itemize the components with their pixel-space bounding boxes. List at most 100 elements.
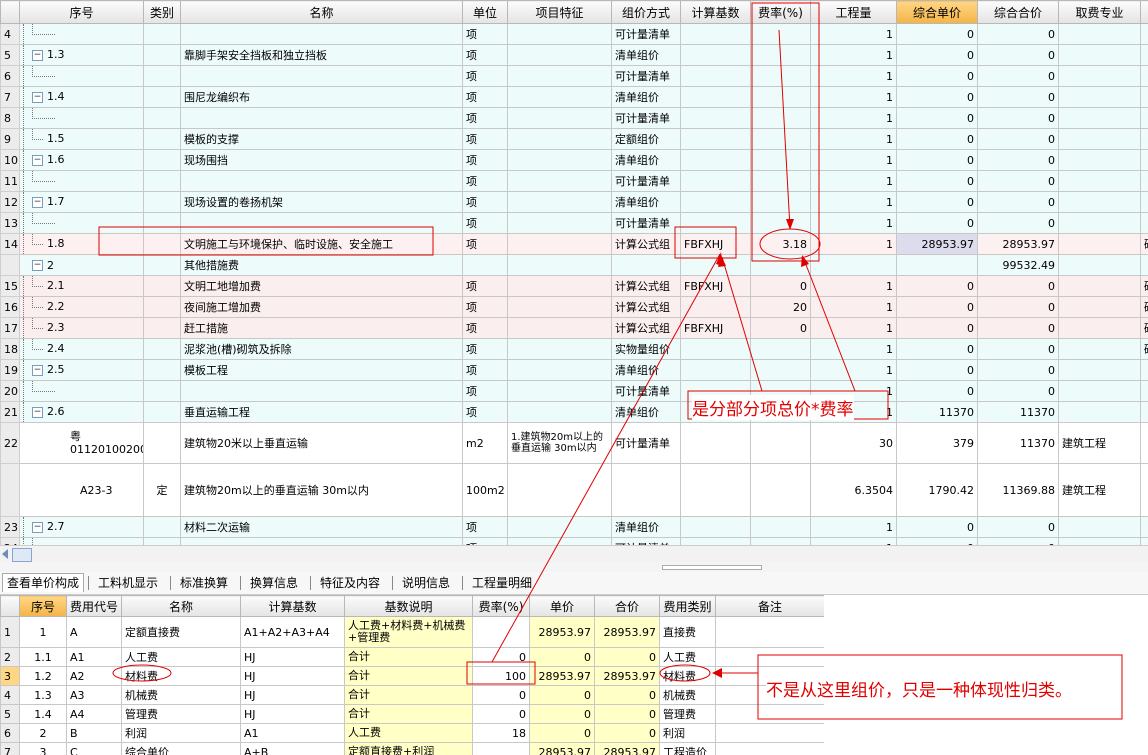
comp-cell-seq[interactable]: 1.3 <box>19 685 67 705</box>
cell-qty[interactable]: 1 <box>810 170 897 192</box>
cell-unit[interactable]: 项 <box>462 170 508 192</box>
cell-feat[interactable]: 1.建筑物20m以上的垂直运输 30m以内 <box>507 422 612 464</box>
cell-feat[interactable] <box>507 191 612 213</box>
comp-cell-total[interactable]: 0 <box>594 723 660 743</box>
col-header-1[interactable]: 序号 <box>19 0 144 24</box>
cell-qty[interactable]: 1 <box>810 65 897 87</box>
collapse-icon[interactable]: − <box>32 406 43 418</box>
cell-base[interactable] <box>680 170 751 192</box>
cell-uprice[interactable]: 0 <box>896 212 978 234</box>
comp-cell-desc[interactable]: 合计 <box>344 704 473 724</box>
cell-method[interactable]: 计算公式组 <box>611 233 681 255</box>
cell-code[interactable]: −2.5 <box>19 359 144 381</box>
collapse-icon[interactable]: − <box>32 521 43 533</box>
cell-cat[interactable] <box>143 170 181 192</box>
row-number[interactable]: 7 <box>0 742 20 755</box>
cell-feat[interactable] <box>507 338 612 360</box>
cell-unit[interactable]: 项 <box>462 86 508 108</box>
cell-code[interactable] <box>19 212 144 234</box>
cell-uprice[interactable]: 0 <box>896 170 978 192</box>
comp-cell-name[interactable]: 人工费 <box>121 647 241 667</box>
cell-feat[interactable] <box>507 296 612 318</box>
col-header-12[interactable]: 取费专业 <box>1058 0 1141 24</box>
cell-spec[interactable] <box>1058 65 1141 87</box>
comp-cell-type[interactable]: 直接费 <box>659 616 716 648</box>
cell-base[interactable] <box>680 338 751 360</box>
row-number[interactable]: 5 <box>0 704 20 724</box>
comp-col-header-2[interactable]: 费用代号 <box>66 595 122 617</box>
cell-method[interactable]: 清单组价 <box>611 86 681 108</box>
cell-rate[interactable] <box>750 128 811 150</box>
row-number[interactable]: 19 <box>0 359 20 381</box>
cell-uprice[interactable]: 0 <box>896 275 978 297</box>
measures-grid[interactable]: 序号 类别 名称 单位 项目特征 组价方式 计算基数 费率(%) 工程量 综合单价 综合合价 取费专业… <box>0 0 1148 545</box>
tab-4[interactable]: 特征及内容 <box>316 574 384 592</box>
cell-unit[interactable]: 项 <box>462 107 508 129</box>
cell-uprice[interactable]: 1790.42 <box>896 463 978 517</box>
cell-extra[interactable] <box>1140 191 1148 213</box>
cell-spec[interactable] <box>1058 359 1141 381</box>
cell-base[interactable] <box>680 191 751 213</box>
row-number[interactable]: 14 <box>0 233 20 255</box>
comp-cell-base[interactable]: HJ <box>240 647 345 667</box>
comp-cell-name[interactable]: 机械费 <box>121 685 241 705</box>
composition-row[interactable]: 4 1.3 A3 机械费 HJ 合计 0 0 0 机械费 <box>0 685 824 705</box>
comp-cell-base[interactable]: HJ <box>240 685 345 705</box>
comp-col-header-5[interactable]: 基数说明 <box>344 595 473 617</box>
cell-name[interactable]: 靠脚手架安全挡板和独立挡板 <box>180 44 463 66</box>
cell-uprice[interactable]: 0 <box>896 338 978 360</box>
cell-spec[interactable] <box>1058 338 1141 360</box>
cell-total[interactable]: 0 <box>977 107 1059 129</box>
col-header-3[interactable]: 名称 <box>180 0 463 24</box>
cell-base[interactable] <box>680 463 751 517</box>
cell-cat[interactable] <box>143 275 181 297</box>
cell-extra[interactable] <box>1140 401 1148 423</box>
cell-cat[interactable] <box>143 537 181 545</box>
cell-code[interactable]: −2.7 <box>19 516 144 538</box>
grid-row[interactable]: 7−1.4 围尼龙编织布项清单组价 1 0 0 <box>0 86 1148 108</box>
cell-extra[interactable]: 破 <box>1140 338 1148 360</box>
cell-total[interactable]: 0 <box>977 86 1059 108</box>
collapse-icon[interactable]: − <box>32 49 43 61</box>
collapse-icon[interactable]: − <box>32 91 43 103</box>
grid-row[interactable]: 12−1.7 现场设置的卷扬机架项清单组价 1 0 0 <box>0 191 1148 213</box>
comp-col-header-4[interactable]: 计算基数 <box>240 595 345 617</box>
cell-base[interactable] <box>680 23 751 45</box>
cell-qty[interactable]: 1 <box>810 44 897 66</box>
comp-cell-note[interactable] <box>715 704 824 724</box>
grid-row[interactable]: 9 1.5 模板的支撑项定额组价 1 0 0 <box>0 128 1148 150</box>
cell-extra[interactable] <box>1140 170 1148 192</box>
cell-rate[interactable] <box>750 23 811 45</box>
comp-cell-name[interactable]: 管理费 <box>121 704 241 724</box>
comp-col-header-10[interactable]: 备注 <box>715 595 824 617</box>
cell-rate[interactable] <box>750 44 811 66</box>
comp-cell-total[interactable]: 28953.97 <box>594 616 660 648</box>
row-number[interactable]: 17 <box>0 317 20 339</box>
cell-total[interactable]: 0 <box>977 338 1059 360</box>
grid-row[interactable]: 11 项可计量清单 1 0 0 <box>0 170 1148 192</box>
cell-base[interactable] <box>680 149 751 171</box>
cell-total[interactable]: 0 <box>977 516 1059 538</box>
comp-cell-code[interactable]: A3 <box>66 685 122 705</box>
cell-spec[interactable] <box>1058 128 1141 150</box>
row-number[interactable]: 5 <box>0 44 20 66</box>
cell-total[interactable]: 0 <box>977 296 1059 318</box>
cell-uprice[interactable]: 0 <box>896 23 978 45</box>
row-number[interactable]: 13 <box>0 212 20 234</box>
col-header-11[interactable]: 综合合价 <box>977 0 1059 24</box>
cell-base[interactable] <box>680 422 751 464</box>
cell-rate[interactable] <box>750 191 811 213</box>
cell-feat[interactable] <box>507 317 612 339</box>
cell-cat[interactable] <box>143 65 181 87</box>
cell-total[interactable]: 0 <box>977 275 1059 297</box>
cell-method[interactable]: 清单组价 <box>611 359 681 381</box>
cell-qty[interactable]: 30 <box>810 422 897 464</box>
cell-base[interactable] <box>680 212 751 234</box>
cell-name[interactable]: 夜间施工增加费 <box>180 296 463 318</box>
comp-cell-price[interactable]: 0 <box>529 685 595 705</box>
comp-cell-note[interactable] <box>715 616 824 648</box>
cell-total[interactable]: 0 <box>977 380 1059 402</box>
comp-cell-type[interactable]: 利润 <box>659 723 716 743</box>
comp-cell-rate[interactable]: 100 <box>472 666 530 686</box>
grid-row[interactable]: 162.2夜间施工增加费项计算公式组20100破 <box>0 296 1148 318</box>
